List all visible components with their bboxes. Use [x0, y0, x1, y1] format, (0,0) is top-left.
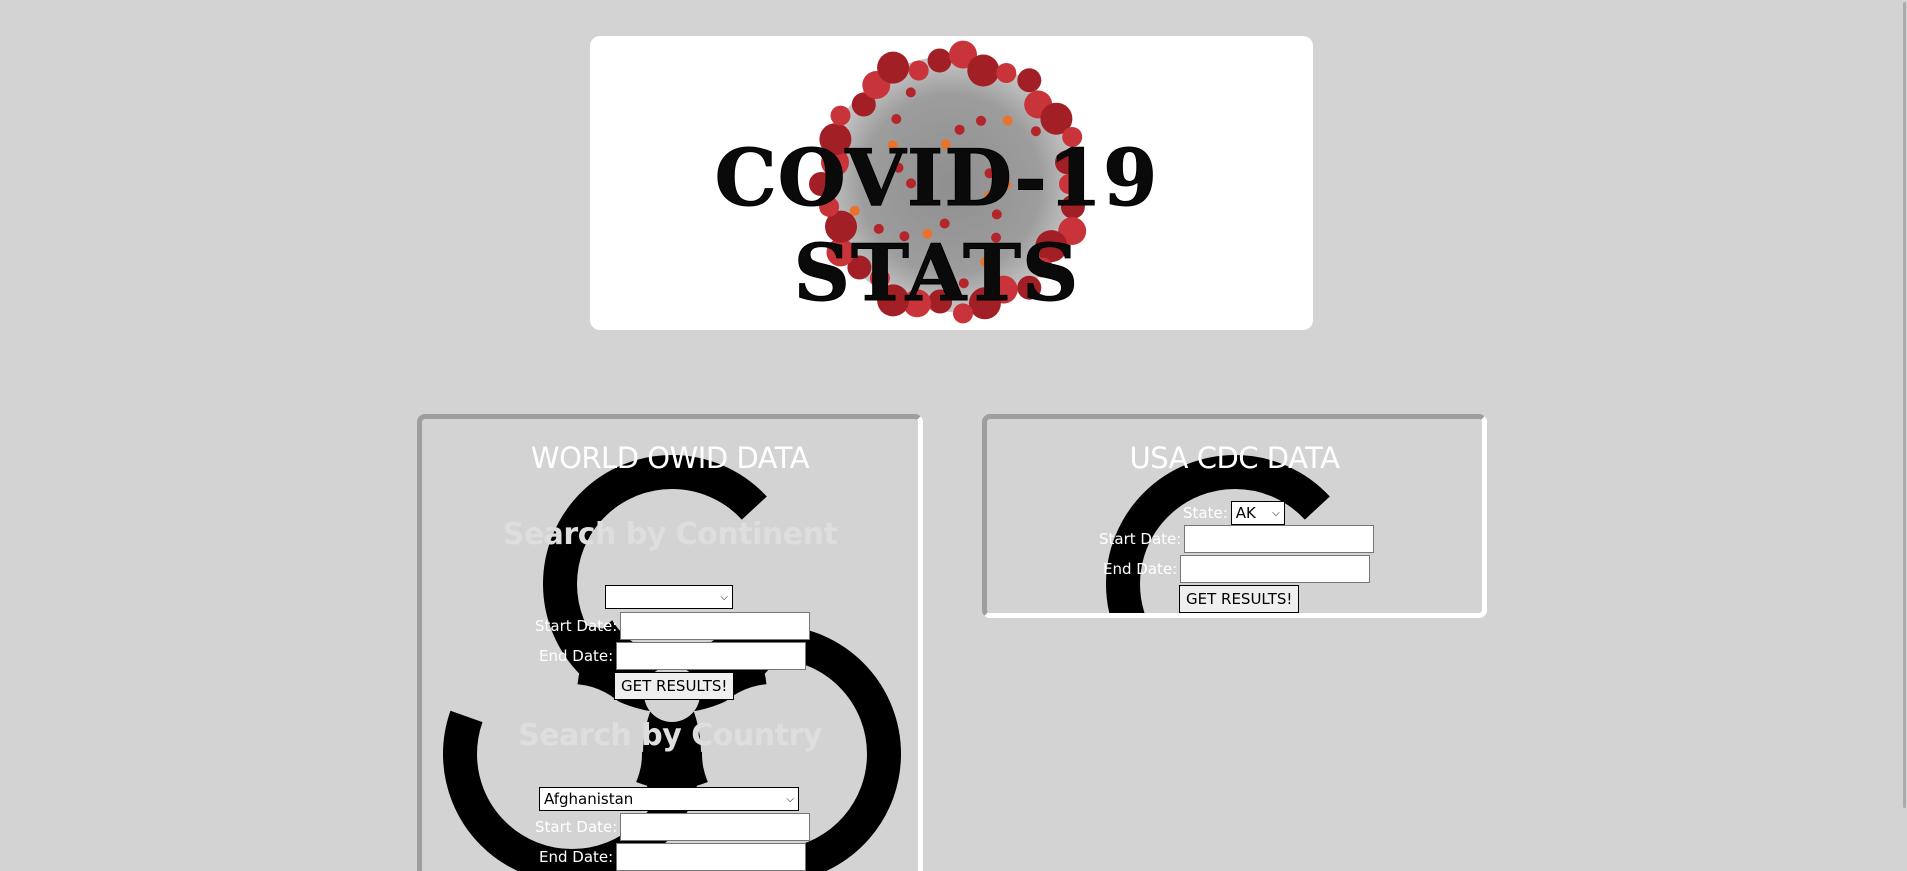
banner-title-line2: STATS — [793, 228, 1080, 320]
state-row: State: AK ⌵ — [1183, 501, 1285, 525]
country-end-date-input[interactable] — [616, 843, 807, 871]
virus-spike — [1002, 115, 1013, 126]
page: COVID-19 STATS WORLD OWID DATA Search by… — [0, 0, 1907, 871]
chevron-down-icon: ⌵ — [786, 793, 794, 805]
virus-spike — [1017, 68, 1042, 93]
chevron-down-icon: ⌵ — [1272, 507, 1280, 519]
usa-end-row: End Date: — [1103, 555, 1371, 583]
country-end-row: End Date: — [539, 843, 807, 871]
usa-panel-title: USA CDC DATA — [1129, 441, 1341, 475]
continent-start-label: Start Date: — [535, 617, 618, 635]
state-select[interactable]: AK ⌵ — [1230, 501, 1285, 525]
continent-select-row: ⌵ — [605, 585, 733, 609]
scrollbar-thumb[interactable] — [1903, 2, 1906, 808]
usa-start-label: Start Date: — [1099, 530, 1182, 548]
banner-title-line1: COVID-19 — [714, 133, 1159, 225]
continent-get-results-button[interactable]: GET RESULTS! — [614, 672, 735, 700]
usa-button-row: GET RESULTS! — [1179, 585, 1300, 613]
usa-start-date-input[interactable] — [1184, 525, 1375, 553]
virus-spike — [877, 51, 910, 84]
virus-spike — [976, 115, 986, 126]
continent-button-row: GET RESULTS! — [614, 672, 735, 700]
country-select-row: Afghanistan ⌵ — [539, 787, 799, 811]
header-banner: COVID-19 STATS — [590, 36, 1313, 330]
country-start-label: Start Date: — [535, 818, 618, 836]
virus-spike — [927, 48, 952, 73]
country-heading: Search by Country — [518, 718, 822, 753]
continent-start-date-input[interactable] — [620, 612, 811, 640]
virus-spike — [905, 87, 916, 98]
virus-spike — [891, 114, 902, 124]
chevron-down-icon: ⌵ — [720, 591, 728, 603]
continent-end-row: End Date: — [539, 642, 807, 670]
country-end-label: End Date: — [539, 848, 614, 866]
virus-spike — [830, 105, 851, 126]
usa-get-results-button[interactable]: GET RESULTS! — [1179, 585, 1300, 613]
virus-spike — [908, 60, 929, 81]
virus-spike — [996, 63, 1017, 83]
country-start-date-input[interactable] — [620, 813, 811, 841]
continent-select[interactable]: ⌵ — [605, 585, 733, 609]
virus-spike — [967, 54, 1000, 87]
page-scrollbar[interactable] — [1901, 0, 1907, 871]
usa-end-label: End Date: — [1103, 560, 1178, 578]
country-start-row: Start Date: — [535, 813, 811, 841]
usa-end-date-input[interactable] — [1180, 555, 1371, 583]
world-owid-panel: WORLD OWID DATA Search by Continent ⌵ St… — [417, 414, 923, 871]
country-select[interactable]: Afghanistan ⌵ — [539, 787, 799, 811]
continent-start-row: Start Date: — [535, 612, 811, 640]
state-label: State: — [1183, 504, 1228, 522]
continent-heading: Search by Continent — [502, 517, 838, 552]
continent-end-label: End Date: — [539, 647, 614, 665]
usa-start-row: Start Date: — [1099, 525, 1375, 553]
world-panel-title: WORLD OWID DATA — [530, 441, 810, 475]
usa-cdc-panel: USA CDC DATA State: AK ⌵ Start Date: End… — [982, 414, 1487, 618]
continent-end-date-input[interactable] — [616, 642, 807, 670]
